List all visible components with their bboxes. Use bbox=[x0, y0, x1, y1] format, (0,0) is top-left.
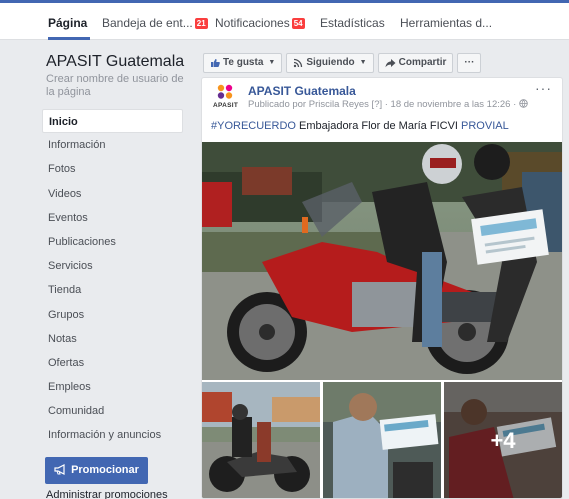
promote-button[interactable]: Promocionar bbox=[45, 457, 148, 484]
page-admin-tabbar: Página Bandeja de ent... 21 Notificacione… bbox=[0, 0, 569, 40]
sidebar-item-publicaciones[interactable]: Publicaciones bbox=[42, 230, 183, 254]
page-sidebar: APASIT Guatemala Crear nombre de usuario… bbox=[0, 41, 196, 499]
globe-icon bbox=[519, 99, 528, 108]
rss-icon bbox=[294, 58, 303, 68]
chevron-down-icon: ▼ bbox=[268, 59, 276, 66]
apasit-logo-icon bbox=[217, 84, 233, 99]
tab-label: Bandeja de ent... bbox=[102, 16, 193, 30]
sidebar-item-informacion-anuncios[interactable]: Información y anuncios bbox=[42, 423, 183, 447]
share-button[interactable]: Compartir bbox=[377, 53, 454, 73]
post-card: APASIT APASIT Guatemala Publicado por Pr… bbox=[201, 77, 563, 499]
following-button[interactable]: Siguiendo ▼ bbox=[286, 53, 374, 73]
sidebar-item-videos[interactable]: Videos bbox=[42, 182, 183, 206]
more-photos-overlay[interactable]: +4 bbox=[444, 382, 562, 498]
post-author[interactable]: APASIT Guatemala bbox=[248, 84, 356, 98]
mention-link[interactable]: PROVIAL bbox=[461, 120, 509, 132]
notification-badge: 54 bbox=[291, 18, 305, 29]
thumb-image bbox=[202, 382, 320, 498]
tab-label: Estadísticas bbox=[320, 16, 385, 30]
thumb-image bbox=[323, 382, 441, 498]
sidebar-item-ofertas[interactable]: Ofertas bbox=[42, 351, 183, 375]
tab-bandeja[interactable]: Bandeja de ent... 21 bbox=[102, 16, 208, 30]
share-label: Compartir bbox=[398, 57, 447, 68]
photo-thumb-3[interactable]: +4 bbox=[444, 382, 562, 498]
more-actions-button[interactable]: ··· bbox=[457, 53, 482, 73]
sidebar-item-grupos[interactable]: Grupos bbox=[42, 303, 183, 327]
page-actions-bar: Te gusta ▼ Siguiendo ▼ Compartir ··· bbox=[203, 53, 482, 73]
post-body: Embajadora Flor de María FICVI bbox=[295, 120, 462, 132]
logo-wordmark: APASIT bbox=[213, 102, 239, 109]
page-nav: Inicio Información Fotos Videos Eventos … bbox=[42, 109, 183, 448]
sidebar-item-eventos[interactable]: Eventos bbox=[42, 206, 183, 230]
page-avatar[interactable]: APASIT bbox=[212, 83, 238, 111]
tab-herramientas[interactable]: Herramientas d... bbox=[400, 16, 492, 30]
tab-label: Página bbox=[48, 16, 88, 30]
thumbs-up-icon bbox=[211, 59, 220, 67]
tab-label: Notificaciones bbox=[215, 16, 290, 30]
sidebar-item-inicio[interactable]: Inicio bbox=[42, 109, 183, 134]
main-photo[interactable] bbox=[202, 142, 563, 380]
post-timestamp[interactable]: Publicado por Priscila Reyes [?] · 18 de… bbox=[248, 99, 516, 110]
active-tab-indicator bbox=[48, 37, 90, 40]
following-label: Siguiendo bbox=[306, 57, 355, 68]
tab-pagina[interactable]: Página bbox=[48, 16, 87, 30]
create-username-link[interactable]: Crear nombre de usuario de la página bbox=[46, 73, 186, 99]
tab-label: Herramientas d... bbox=[400, 16, 493, 30]
share-arrow-icon bbox=[385, 59, 396, 68]
tab-estadisticas[interactable]: Estadísticas bbox=[320, 16, 385, 30]
post-meta: Publicado por Priscila Reyes [?] · 18 de… bbox=[248, 99, 528, 110]
sidebar-item-tienda[interactable]: Tienda bbox=[42, 278, 183, 302]
post-options-button[interactable]: ··· bbox=[535, 80, 552, 96]
more-dots-icon: ··· bbox=[464, 57, 475, 68]
sidebar-item-empleos[interactable]: Empleos bbox=[42, 375, 183, 399]
manage-promotions-link[interactable]: Administrar promociones bbox=[46, 489, 168, 499]
tab-notificaciones[interactable]: Notificaciones 54 bbox=[215, 16, 305, 30]
megaphone-icon bbox=[54, 464, 65, 475]
like-label: Te gusta bbox=[223, 57, 264, 68]
chevron-down-icon: ▼ bbox=[359, 59, 367, 66]
post-text: #YORECUERDO Embajadora Flor de María FIC… bbox=[211, 120, 509, 132]
sidebar-item-comunidad[interactable]: Comunidad bbox=[42, 399, 183, 423]
promote-label: Promocionar bbox=[71, 464, 139, 476]
photo-thumb-1[interactable] bbox=[202, 382, 320, 498]
unread-badge: 21 bbox=[194, 18, 208, 29]
like-page-button[interactable]: Te gusta ▼ bbox=[203, 53, 283, 73]
sidebar-item-fotos[interactable]: Fotos bbox=[42, 157, 183, 181]
sidebar-item-servicios[interactable]: Servicios bbox=[42, 254, 183, 278]
sidebar-item-informacion[interactable]: Información bbox=[42, 133, 183, 157]
page-title[interactable]: APASIT Guatemala bbox=[46, 53, 184, 71]
sidebar-item-notas[interactable]: Notas bbox=[42, 327, 183, 351]
photo-thumb-2[interactable] bbox=[323, 382, 441, 498]
hashtag-link[interactable]: #YORECUERDO bbox=[211, 120, 296, 132]
